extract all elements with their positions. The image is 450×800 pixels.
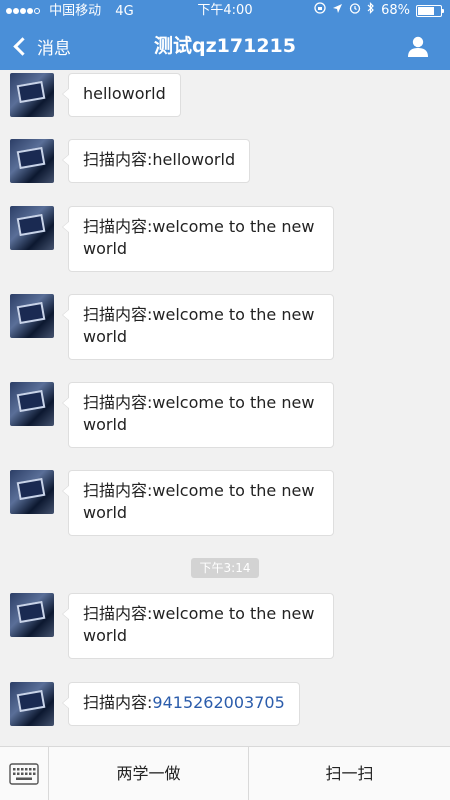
bluetooth-icon: [367, 0, 375, 22]
orientation-lock-icon: [314, 0, 326, 22]
message-text: 扫描内容:: [83, 693, 153, 712]
page-title: 测试qz171215: [154, 35, 296, 57]
avatar[interactable]: [10, 682, 54, 726]
battery-percent: 68%: [381, 3, 410, 18]
location-icon: [332, 0, 343, 22]
avatar[interactable]: [10, 206, 54, 250]
menu-button-scan[interactable]: 扫一扫: [249, 747, 450, 800]
message-bubble[interactable]: 扫描内容:helloworld: [61, 139, 251, 183]
message-bubble[interactable]: 扫描内容:welcome to the new world: [62, 593, 334, 659]
message-bubble[interactable]: helloworld: [62, 73, 181, 117]
message-text-line2: world: [83, 327, 128, 346]
avatar[interactable]: [10, 593, 54, 637]
avatar[interactable]: [10, 382, 54, 426]
person-icon: [408, 36, 428, 57]
message-bubble[interactable]: 扫描内容:welcome to the new world: [62, 382, 334, 448]
message-text: helloworld: [83, 84, 166, 103]
message-text-line2: world: [83, 503, 128, 522]
avatar[interactable]: [10, 73, 54, 117]
message-bubble[interactable]: 扫描内容:welcome to the new world: [62, 206, 334, 272]
status-bar: 中国移动 4G 下午4:00 68%: [0, 0, 450, 22]
avatar[interactable]: [10, 470, 54, 514]
message-text-line1: 扫描内容:welcome to the new: [83, 305, 315, 324]
message-link[interactable]: 9415262003705: [152, 693, 284, 712]
bottom-menu: 两学一做 扫一扫: [0, 746, 450, 800]
message-text-line2: world: [83, 239, 128, 258]
avatar[interactable]: [10, 294, 54, 338]
avatar[interactable]: [10, 139, 54, 183]
message-text-line1: 扫描内容:welcome to the new: [83, 217, 315, 236]
message-text-line2: world: [83, 415, 128, 434]
message-text: 扫描内容:helloworld: [83, 150, 236, 169]
message-bubble[interactable]: 扫描内容:welcome to the new world: [62, 294, 334, 360]
message-bubble[interactable]: 扫描内容:9415262003705: [62, 682, 300, 726]
message-text-line1: 扫描内容:welcome to the new: [83, 393, 315, 412]
status-right: 68%: [314, 0, 444, 22]
battery-icon: [416, 5, 444, 17]
alarm-icon: [349, 0, 361, 22]
keyboard-icon: [9, 762, 39, 785]
menu-button-lianxueyizuo[interactable]: 两学一做: [49, 747, 249, 800]
chat-area[interactable]: helloworld 扫描内容:helloworld 扫描内容:welcome …: [0, 70, 450, 746]
keyboard-toggle-button[interactable]: [0, 747, 49, 800]
message-text-line2: world: [83, 626, 128, 645]
message-bubble[interactable]: 扫描内容:welcome to the new world: [62, 470, 334, 536]
header: 中国移动 4G 下午4:00 68% 消息 测试qz171215: [0, 0, 450, 70]
message-text-line1: 扫描内容:welcome to the new: [83, 604, 315, 623]
message-text-line1: 扫描内容:welcome to the new: [83, 481, 315, 500]
timestamp-badge: 下午3:14: [191, 558, 259, 578]
user-profile-button[interactable]: [406, 34, 430, 58]
nav-bar: 消息 测试qz171215: [0, 22, 450, 70]
